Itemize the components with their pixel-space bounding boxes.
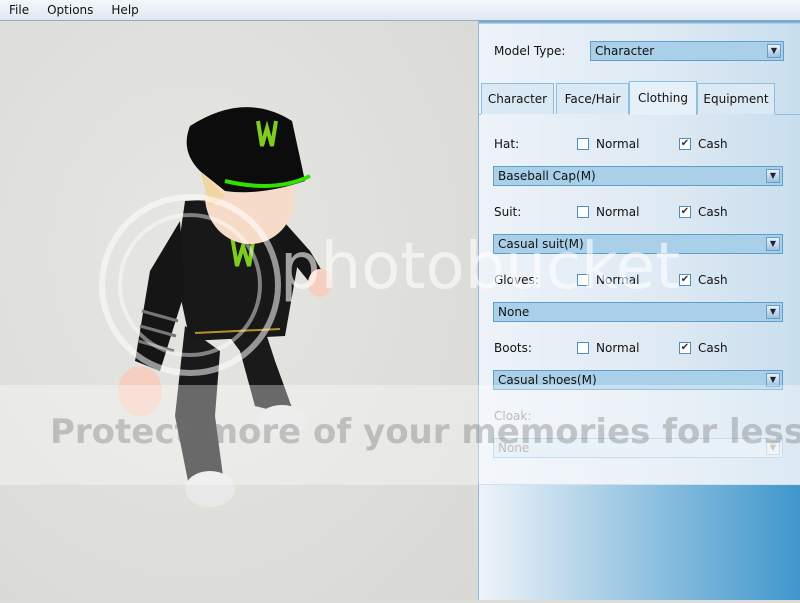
menu-file[interactable]: File bbox=[0, 3, 38, 17]
boots-normal-checkbox[interactable] bbox=[577, 342, 589, 354]
tab-character[interactable]: Character bbox=[481, 83, 554, 114]
gloves-select[interactable]: None ▼ bbox=[493, 302, 783, 322]
menu-bar: File Options Help bbox=[0, 0, 800, 21]
menu-options[interactable]: Options bbox=[38, 3, 102, 17]
chevron-down-icon[interactable]: ▼ bbox=[766, 305, 780, 319]
watermark-logo-icon bbox=[99, 194, 281, 376]
hat-cash-checkbox[interactable]: ✔ bbox=[679, 138, 691, 150]
gloves-cash-checkbox[interactable]: ✔ bbox=[679, 274, 691, 286]
hat-normal-checkbox[interactable] bbox=[577, 138, 589, 150]
model-type-select[interactable]: Character ▼ bbox=[590, 41, 784, 61]
tab-equipment[interactable]: Equipment bbox=[697, 83, 775, 114]
suit-cash-label: Cash bbox=[698, 205, 728, 219]
suit-value: Casual suit(M) bbox=[498, 237, 584, 251]
tab-face-hair[interactable]: Face/Hair bbox=[556, 83, 629, 114]
model-type-value: Character bbox=[595, 44, 655, 58]
tab-clothing[interactable]: Clothing bbox=[629, 81, 697, 115]
boots-label: Boots: bbox=[494, 341, 532, 355]
suit-select[interactable]: Casual suit(M) ▼ bbox=[493, 234, 783, 254]
hat-normal-label: Normal bbox=[596, 137, 640, 151]
chevron-down-icon[interactable]: ▼ bbox=[766, 169, 780, 183]
boots-cash-label: Cash bbox=[698, 341, 728, 355]
gloves-normal-checkbox[interactable] bbox=[577, 274, 589, 286]
gloves-value: None bbox=[498, 305, 530, 319]
hat-cash-label: Cash bbox=[698, 137, 728, 151]
suit-label: Suit: bbox=[494, 205, 522, 219]
hat-select[interactable]: Baseball Cap(M) ▼ bbox=[493, 166, 783, 186]
gloves-label: Gloves: bbox=[494, 273, 539, 287]
gloves-normal-label: Normal bbox=[596, 273, 640, 287]
hat-value: Baseball Cap(M) bbox=[498, 169, 596, 183]
boots-normal-label: Normal bbox=[596, 341, 640, 355]
boots-cash-checkbox[interactable]: ✔ bbox=[679, 342, 691, 354]
menu-help[interactable]: Help bbox=[102, 3, 147, 17]
gloves-cash-label: Cash bbox=[698, 273, 728, 287]
chevron-down-icon[interactable]: ▼ bbox=[767, 44, 781, 58]
model-type-label: Model Type: bbox=[494, 44, 566, 58]
suit-normal-label: Normal bbox=[596, 205, 640, 219]
chevron-down-icon[interactable]: ▼ bbox=[766, 237, 780, 251]
suit-normal-checkbox[interactable] bbox=[577, 206, 589, 218]
watermark-band bbox=[0, 385, 800, 485]
suit-cash-checkbox[interactable]: ✔ bbox=[679, 206, 691, 218]
settings-panel: Model Type: Character ▼ Character Face/H… bbox=[478, 21, 800, 600]
hat-label: Hat: bbox=[494, 137, 520, 151]
